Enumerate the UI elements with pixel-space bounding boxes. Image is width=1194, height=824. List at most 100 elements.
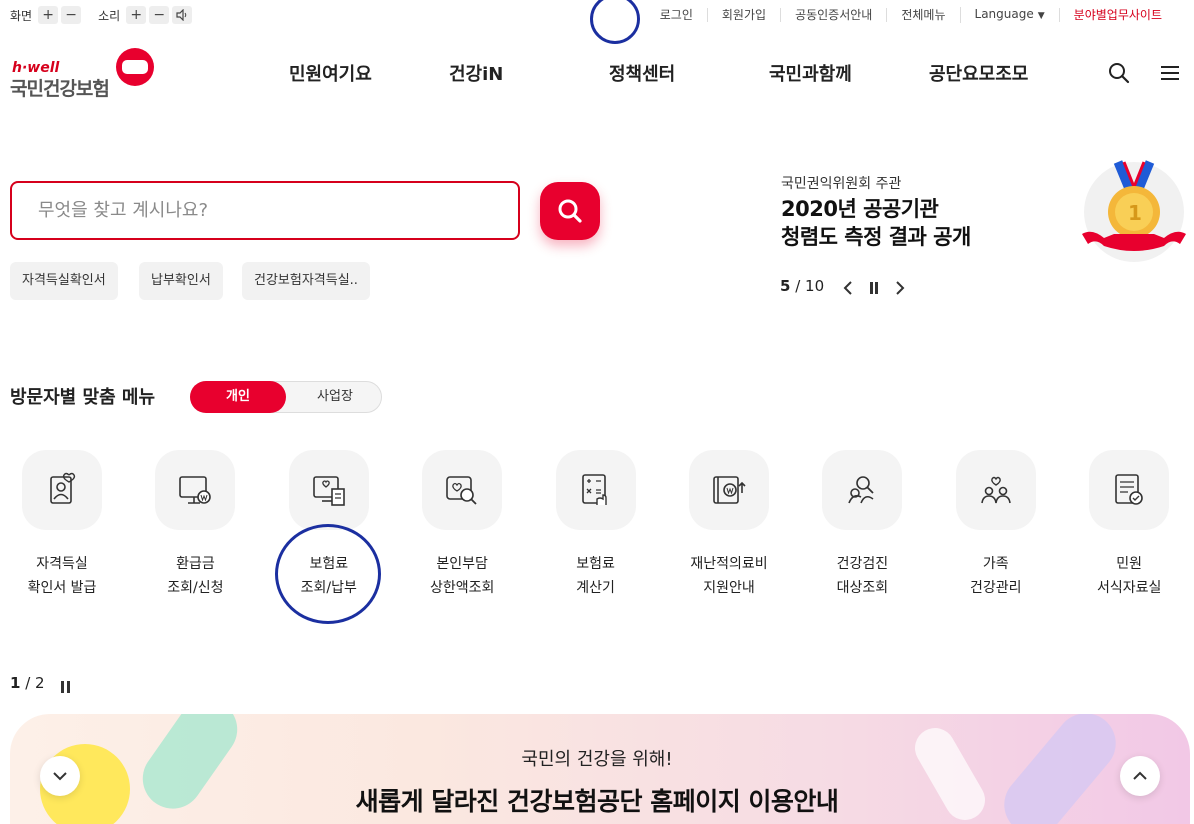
highlight-circle-login bbox=[590, 0, 640, 44]
scroll-top-chevron-up-icon[interactable] bbox=[1120, 756, 1160, 796]
service-label-line2: 건강관리 bbox=[970, 580, 1022, 596]
service-label-line1: 환급금 bbox=[176, 556, 215, 572]
service-label-line2: 서식자료실 bbox=[1096, 580, 1162, 596]
service-label-line1: 민원 bbox=[1116, 556, 1143, 572]
family-heart-icon bbox=[955, 450, 1036, 530]
service-label: 보험료계산기 bbox=[536, 552, 656, 600]
service-label-line2: 상한액조회 bbox=[429, 580, 495, 596]
service-label-line1: 재난적의료비 bbox=[690, 556, 768, 572]
chevron-down-icon[interactable] bbox=[40, 756, 80, 796]
service-label: 민원서식자료실 bbox=[1069, 552, 1189, 600]
banner-title-line2: 청렴도 측정 결과 공개 bbox=[781, 225, 971, 249]
banner-pagination: 5 / 10 bbox=[780, 277, 824, 295]
banner-total-pages: / 10 bbox=[795, 277, 825, 295]
search-field[interactable] bbox=[10, 181, 520, 240]
heart-search-icon bbox=[422, 450, 503, 530]
service-label: 자격득실확인서 발급 bbox=[2, 552, 122, 600]
sound-down-button[interactable]: − bbox=[149, 6, 170, 24]
person-card-icon bbox=[22, 450, 102, 530]
search-icon bbox=[558, 199, 582, 223]
banner-current-page: 5 bbox=[780, 277, 791, 295]
nav-item-together[interactable]: 국민과함께 bbox=[769, 60, 852, 86]
service-label: 가족건강관리 bbox=[936, 552, 1056, 600]
nav-item-about[interactable]: 공단요모조모 bbox=[929, 60, 1028, 86]
service-item-premium-calculator[interactable]: 보험료계산기 bbox=[536, 450, 656, 610]
calculator-icon bbox=[555, 450, 636, 530]
prev-arrow-icon[interactable] bbox=[836, 279, 860, 297]
login-link[interactable]: 로그인 bbox=[646, 8, 707, 22]
service-label: 본인부담상한액조회 bbox=[402, 552, 522, 600]
svg-text:1: 1 bbox=[1128, 201, 1142, 225]
screen-zoom-label: 화면 bbox=[10, 8, 33, 23]
banner-subtitle: 국민권익위원회 주관 bbox=[781, 176, 902, 192]
service-item-copay-limit[interactable]: 본인부담상한액조회 bbox=[402, 450, 522, 610]
service-label: 건강검진대상조회 bbox=[802, 552, 922, 600]
search-button[interactable] bbox=[540, 182, 600, 240]
next-arrow-icon[interactable] bbox=[888, 279, 912, 297]
service-item-refund-inquiry[interactable]: 환급금조회/신청 bbox=[135, 450, 255, 610]
service-label-line1: 본인부담 bbox=[436, 556, 488, 572]
service-item-civil-forms[interactable]: 민원서식자료실 bbox=[1069, 450, 1189, 610]
service-label-line1: 자격득실 bbox=[36, 556, 88, 572]
promo-title: 새롭게 달라진 건강보험공단 홈페이지 이용안내 bbox=[355, 787, 839, 816]
service-label-line1: 건강검진 bbox=[836, 556, 889, 572]
pause-icon[interactable] bbox=[862, 279, 886, 297]
tab-business[interactable]: 사업장 bbox=[287, 382, 383, 412]
screen-zoom-out-button[interactable]: − bbox=[61, 6, 82, 24]
service-item-health-checkup[interactable]: 건강검진대상조회 bbox=[802, 450, 922, 610]
hamburger-menu-icon[interactable] bbox=[1160, 64, 1180, 82]
banner-title[interactable]: 2020년 공공기관 청렴도 측정 결과 공개 bbox=[781, 195, 971, 251]
promo-subtitle: 국민의 건강을 위해! bbox=[521, 749, 673, 770]
banner-controls bbox=[836, 279, 914, 297]
speaker-icon[interactable] bbox=[172, 6, 193, 24]
bill-receipt-icon bbox=[288, 450, 369, 530]
keyword-chip-payment[interactable]: 납부확인서 bbox=[139, 262, 223, 300]
document-check-icon bbox=[1089, 450, 1170, 530]
language-select[interactable]: Language ▼ bbox=[959, 7, 1059, 23]
service-total-pages: / 2 bbox=[25, 674, 45, 692]
visitor-menu-title: 방문자별 맞춤 메뉴 bbox=[10, 387, 156, 408]
screen-zoom-in-button[interactable]: + bbox=[38, 6, 59, 24]
service-label: 환급금조회/신청 bbox=[135, 552, 255, 600]
service-pagination: 1 / 2 bbox=[10, 674, 45, 692]
nav-item-civil[interactable]: 민원여기요 bbox=[289, 60, 372, 86]
nav-item-policy[interactable]: 정책센터 bbox=[609, 60, 675, 86]
banner-title-line1: 2020년 공공기관 bbox=[781, 197, 939, 221]
tab-individual[interactable]: 개인 bbox=[190, 381, 286, 413]
service-label-line2: 조회/신청 bbox=[167, 580, 224, 596]
nav-item-health-in[interactable]: 건강iN bbox=[449, 60, 503, 86]
sound-up-button[interactable]: + bbox=[126, 6, 147, 24]
visitor-type-toggle: 개인 사업장 bbox=[190, 381, 382, 413]
service-current-page: 1 bbox=[10, 674, 21, 692]
service-item-family-health[interactable]: 가족건강관리 bbox=[936, 450, 1056, 610]
service-label-line2: 대상조회 bbox=[836, 580, 889, 596]
certificate-guide-link[interactable]: 공동인증서안내 bbox=[780, 8, 886, 22]
signup-link[interactable]: 회원가입 bbox=[706, 8, 780, 22]
service-label-line1: 보험료 bbox=[576, 556, 615, 572]
service-label-line2: 계산기 bbox=[576, 580, 615, 596]
keyword-chip-qualification[interactable]: 자격득실확인서 bbox=[10, 262, 118, 300]
wallet-won-icon bbox=[689, 450, 769, 530]
service-label-line1: 가족 bbox=[982, 556, 1009, 572]
sound-label: 소리 bbox=[98, 8, 121, 23]
keyword-chip-insurance-qualification[interactable]: 건강보험자격득실.. bbox=[242, 262, 370, 300]
language-label: Language bbox=[974, 7, 1034, 21]
service-label-line2: 지원안내 bbox=[703, 580, 755, 596]
highlight-circle-payment bbox=[275, 524, 381, 624]
service-item-qualification-certificate[interactable]: 자격득실확인서 발급 bbox=[2, 450, 122, 610]
service-pause-icon[interactable] bbox=[60, 678, 72, 693]
accessibility-controls: 화면 + − 소리 + − bbox=[10, 6, 195, 24]
service-label: 재난적의료비지원안내 bbox=[669, 552, 789, 600]
field-site-link[interactable]: 분야별업무사이트 bbox=[1058, 8, 1176, 22]
all-menu-link[interactable]: 전체메뉴 bbox=[886, 8, 959, 22]
header-search-icon[interactable] bbox=[1107, 61, 1131, 85]
search-input[interactable] bbox=[12, 183, 518, 238]
people-search-icon bbox=[822, 450, 903, 530]
caret-down-icon: ▼ bbox=[1037, 11, 1045, 21]
monitor-won-icon bbox=[155, 450, 236, 530]
service-label-line2: 확인서 발급 bbox=[27, 580, 97, 596]
medal-icon: 1 bbox=[1078, 160, 1190, 265]
main-navigation: 민원여기요 건강iN 정책센터 국민과함께 공단요모조모 bbox=[0, 60, 1194, 90]
utility-links: 로그인 회원가입 공동인증서안내 전체메뉴 Language ▼ 분야별업무사이트 bbox=[646, 7, 1176, 23]
service-item-catastrophic-medical-support[interactable]: 재난적의료비지원안내 bbox=[669, 450, 789, 610]
